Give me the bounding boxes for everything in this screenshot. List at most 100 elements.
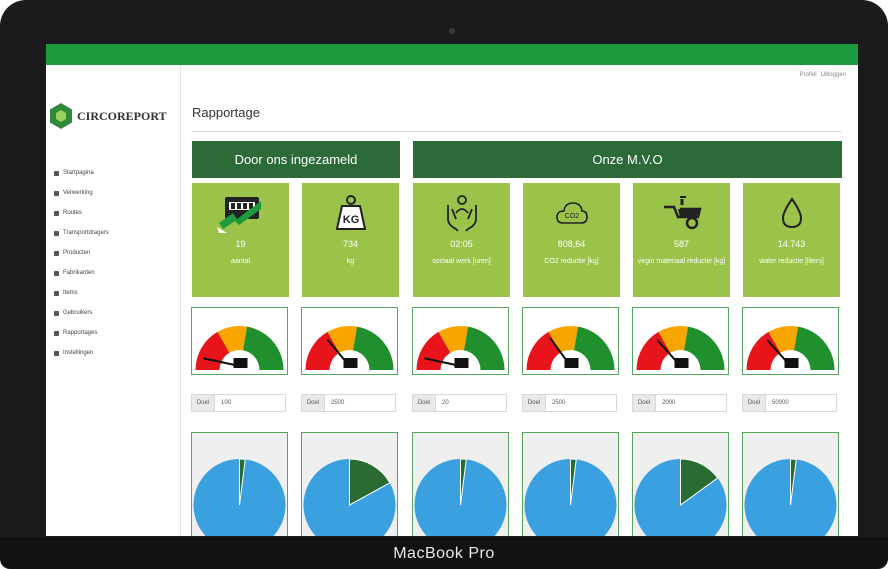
goal-field[interactable]: Doel 2500 <box>522 394 617 412</box>
screen: Profiel Uitloggen CIRCOREPORT Startpagin… <box>46 44 858 536</box>
goal-field[interactable]: Doel 50000 <box>742 394 837 412</box>
tile-label: sociaal werk [uren] <box>432 258 491 265</box>
gauge-chart <box>742 307 839 375</box>
gauge-chart <box>191 307 288 375</box>
sidebar-item-label: Instellingen <box>63 350 94 356</box>
sidebar-item-label: Verwerking <box>63 190 93 196</box>
goal-field[interactable]: Doel 20 <box>412 394 507 412</box>
sidebar: CIRCOREPORT Startpagina Verwerking Routes T… <box>46 65 181 536</box>
users-icon <box>54 310 59 316</box>
logout-link[interactable]: Uitloggen <box>821 72 846 78</box>
logo[interactable]: CIRCOREPORT <box>50 103 167 129</box>
gauge-value-badge <box>674 358 689 368</box>
tile-label: kg <box>346 258 355 265</box>
pie-chart <box>522 432 619 536</box>
tile-label: water reductie [liters] <box>759 258 824 265</box>
sidebar-item[interactable]: Gebruikers <box>54 303 109 323</box>
gauge-value-badge <box>564 358 579 368</box>
sidebar-item-label: Routes <box>63 210 83 216</box>
goal-input[interactable]: 20 <box>436 394 507 412</box>
sidebar-item[interactable]: Items <box>54 283 109 303</box>
truck-icon <box>54 230 59 236</box>
logo-hexagon-icon <box>50 103 72 129</box>
stat-tile: 587 virgin materiaal reductie [kg] <box>633 183 730 297</box>
goal-field[interactable]: Doel 100 <box>191 394 286 412</box>
factory-icon <box>54 270 59 276</box>
hands-person-icon <box>413 193 510 233</box>
sidebar-item[interactable]: Verwerking <box>54 183 109 203</box>
stat-tile: 19 aantal <box>192 183 289 297</box>
logo-text: CIRCOREPORT <box>77 108 167 123</box>
gauge-value-badge <box>343 358 358 368</box>
sidebar-item-label: Transportdragers <box>63 230 109 236</box>
tile-value: 14.743 <box>777 239 806 249</box>
home-icon <box>54 170 59 176</box>
sidebar-item[interactable]: Producten <box>54 243 109 263</box>
tile-label: virgin materiaal reductie [kg] <box>637 258 726 265</box>
sidebar-item[interactable]: Routes <box>54 203 109 223</box>
sidebar-item[interactable]: Instellingen <box>54 343 109 363</box>
sidebar-item[interactable]: Rapportages <box>54 323 109 343</box>
grid-icon <box>54 190 59 196</box>
co2-cloud-icon: CO2 <box>523 193 620 233</box>
gauge-value-badge <box>454 358 469 368</box>
profile-link[interactable]: Profiel <box>800 72 817 78</box>
goal-input[interactable]: 2000 <box>656 394 727 412</box>
stat-tile: KG 734 kg <box>302 183 399 297</box>
tile-value: 02:05 <box>450 239 473 249</box>
top-bar <box>46 44 858 65</box>
sidebar-item[interactable]: Transportdragers <box>54 223 109 243</box>
wheelbarrow-icon <box>633 193 730 233</box>
sidebar-item-label: Producten <box>63 250 91 256</box>
stat-tile: 02:05 sociaal werk [uren] <box>413 183 510 297</box>
sidebar-nav: Startpagina Verwerking Routes Transportdrag… <box>54 163 109 363</box>
report-icon <box>54 330 59 336</box>
section-header-collected: Door ons ingezameld <box>192 141 400 178</box>
tile-value: 808,64 <box>557 239 586 249</box>
section-header-mvo: Onze M.V.O <box>413 141 842 178</box>
water-drop-icon <box>743 193 840 233</box>
divider <box>192 131 842 132</box>
svg-text:KG: KG <box>342 214 359 226</box>
goal-input[interactable]: 2500 <box>546 394 617 412</box>
sidebar-item-label: Items <box>63 290 78 296</box>
gauge-value-badge <box>784 358 799 368</box>
camera <box>449 28 455 34</box>
pie-chart <box>742 432 839 536</box>
list-icon <box>54 290 59 296</box>
stat-tile: CO2 808,64 CO2 reductie [kg] <box>523 183 620 297</box>
weight-kg-icon: KG <box>302 193 399 233</box>
container-icon <box>192 193 289 233</box>
goal-label: Doel <box>301 394 325 412</box>
svg-text:CO2: CO2 <box>564 213 579 220</box>
goal-field[interactable]: Doel 2500 <box>301 394 396 412</box>
box-icon <box>54 250 59 256</box>
goal-label: Doel <box>412 394 436 412</box>
goal-field[interactable]: Doel 2000 <box>632 394 727 412</box>
pie-chart <box>191 432 288 536</box>
settings-icon <box>54 350 59 356</box>
tile-value: 587 <box>673 239 690 249</box>
gauge-chart <box>632 307 729 375</box>
pie-chart <box>632 432 729 536</box>
laptop-frame: Profiel Uitloggen CIRCOREPORT Startpagin… <box>0 0 888 569</box>
sidebar-item-label: Fabrikanten <box>63 270 95 276</box>
sidebar-item[interactable]: Startpagina <box>54 163 109 183</box>
gauge-chart <box>522 307 619 375</box>
goal-label: Doel <box>522 394 546 412</box>
tile-label: CO2 reductie [kg] <box>544 258 599 265</box>
sidebar-item-label: Startpagina <box>63 170 94 176</box>
sidebar-item-label: Gebruikers <box>63 310 93 316</box>
gauge-chart <box>301 307 398 375</box>
gauge-chart <box>412 307 509 375</box>
gauge-value-badge <box>233 358 248 368</box>
goal-input[interactable]: 2500 <box>325 394 396 412</box>
top-links: Profiel Uitloggen <box>800 72 846 78</box>
route-icon <box>54 210 59 216</box>
sidebar-item[interactable]: Fabrikanten <box>54 263 109 283</box>
stat-tile: 14.743 water reductie [liters] <box>743 183 840 297</box>
sidebar-item-label: Rapportages <box>63 330 98 336</box>
goal-input[interactable]: 50000 <box>766 394 837 412</box>
goal-input[interactable]: 100 <box>215 394 286 412</box>
page-title: Rapportage <box>192 105 260 120</box>
